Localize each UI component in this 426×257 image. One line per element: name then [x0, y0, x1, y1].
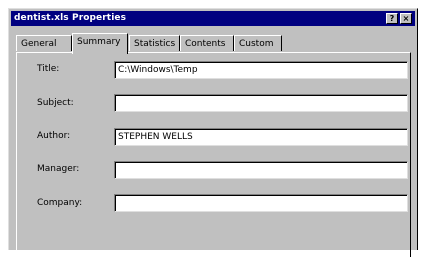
close-button[interactable]: × — [400, 13, 412, 24]
properties-dialog: dentist.xls Properties ? × General Summa… — [8, 8, 418, 257]
tab-general[interactable]: General — [16, 35, 72, 51]
help-button[interactable]: ? — [386, 13, 398, 24]
title-label: Title: — [37, 64, 60, 74]
manager-label: Manager: — [37, 164, 80, 174]
subject-field[interactable] — [114, 94, 408, 112]
manager-field[interactable] — [114, 161, 408, 179]
tab-custom[interactable]: Custom — [234, 35, 282, 51]
tab-contents[interactable]: Contents — [180, 35, 234, 51]
company-field[interactable] — [114, 194, 408, 212]
tab-summary[interactable]: Summary — [72, 33, 128, 54]
window-title: dentist.xls Properties — [14, 13, 127, 23]
author-field[interactable]: STEPHEN WELLS — [114, 128, 408, 146]
title-bar[interactable]: dentist.xls Properties ? × — [11, 11, 415, 26]
company-label: Company: — [37, 198, 83, 208]
tab-statistics[interactable]: Statistics — [129, 35, 180, 51]
author-label: Author: — [37, 131, 71, 141]
subject-label: Subject: — [37, 98, 74, 108]
title-field[interactable]: C:\Windows\Temp — [114, 61, 408, 79]
summary-panel: Title: C:\Windows\Temp Subject: Author: … — [16, 52, 411, 257]
